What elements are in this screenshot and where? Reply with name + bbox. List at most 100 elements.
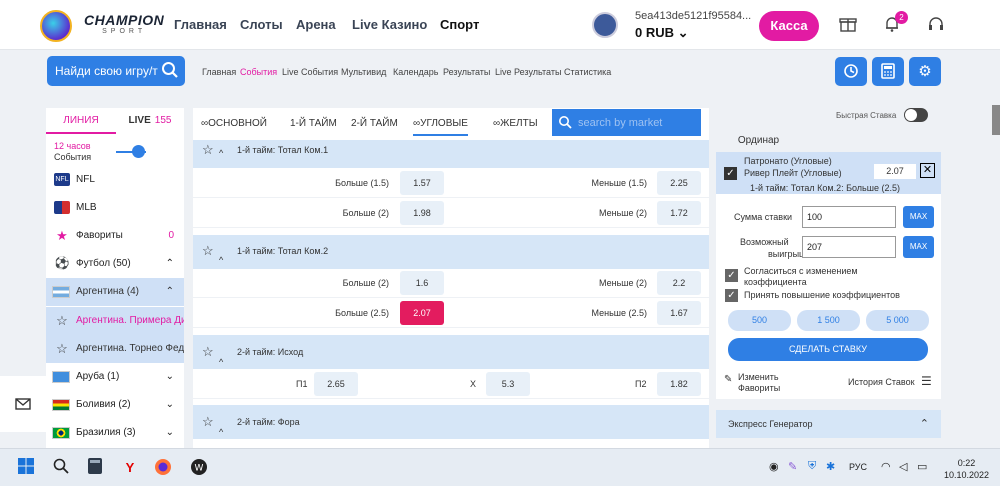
tab-yellow-cards[interactable]: ∞ЖЕЛТЫ [493, 118, 538, 129]
cashier-button[interactable]: Касса [759, 11, 819, 41]
champion-logo-icon[interactable] [40, 10, 72, 42]
history-icon[interactable] [835, 57, 867, 86]
quick-amount-button[interactable]: 1 500 [797, 310, 860, 331]
app-w-icon[interactable]: W [189, 458, 209, 478]
firefox-icon[interactable] [153, 458, 173, 478]
windows-start-icon[interactable] [16, 458, 36, 478]
market-search-input[interactable]: search by market [552, 109, 701, 136]
market-header[interactable]: ☆ ^ 2-й тайм: Фора [193, 405, 709, 439]
sidebar-item-favorites[interactable]: ★ Фавориты 0 [46, 222, 184, 250]
odds-button[interactable]: 1.82 [657, 372, 701, 396]
edit-favorites-link[interactable]: Изменить [738, 372, 779, 382]
tab-second-half[interactable]: 2-Й ТАЙМ [351, 118, 398, 129]
accept-change-checkbox[interactable]: ✓ [725, 269, 738, 282]
sidebar-item-brazil[interactable]: Бразилия (3) ⌄ [46, 419, 184, 447]
feather-icon[interactable]: ✎ [788, 460, 797, 473]
subnav-live-events[interactable]: Live События [282, 67, 338, 77]
avatar[interactable] [592, 12, 618, 38]
accept-increase-checkbox[interactable]: ✓ [725, 289, 738, 302]
settings-gear-icon[interactable]: ⚙ [909, 57, 941, 86]
subnav-live-results[interactable]: Live Результаты [495, 67, 561, 77]
nav-live-casino[interactable]: Live Казино [352, 17, 427, 32]
nav-arena[interactable]: Арена [296, 17, 336, 32]
sidebar-item-nfl[interactable]: NFL NFL [46, 166, 184, 194]
stake-input[interactable]: 100 [802, 206, 896, 228]
odds-row: Больше (2.5) 2.07 Меньше (2.5) 1.67 [193, 298, 709, 328]
star-outline-icon[interactable]: ☆ [202, 415, 214, 429]
market-header[interactable]: ☆ ^ 2-й тайм: Исход [193, 335, 709, 369]
odds-button[interactable]: 2.2 [657, 271, 701, 295]
sidebar-item-mlb[interactable]: MLB [46, 194, 184, 222]
sidebar-item-aruba[interactable]: Аруба (1) ⌄ [46, 363, 184, 391]
odds-button[interactable]: 2.65 [314, 372, 358, 396]
quick-amount-button[interactable]: 500 [728, 310, 791, 331]
max-stake-button[interactable]: MAX [903, 206, 934, 228]
speaker-icon[interactable]: ◁ [899, 460, 907, 473]
odds-button[interactable]: 2.25 [657, 171, 701, 195]
tab-main[interactable]: ∞ОСНОВНОЙ [201, 118, 267, 129]
express-generator-header[interactable]: Экспресс Генератор ⌃ [716, 410, 941, 438]
tab-single[interactable]: Ординар [716, 128, 801, 152]
sidebar-item-argentina-torneo[interactable]: ☆ Аргентина. Торнео Федерал [46, 335, 184, 363]
tab-line[interactable]: ЛИНИЯ [46, 108, 116, 134]
language-indicator[interactable]: РУС [849, 462, 867, 472]
yandex-browser-icon[interactable]: Y [120, 458, 140, 478]
star-outline-icon[interactable]: ☆ [202, 244, 214, 258]
nav-slots[interactable]: Слоты [240, 17, 283, 32]
place-bet-button[interactable]: СДЕЛАТЬ СТАВКУ [728, 338, 928, 361]
battery-icon[interactable]: ▭ [917, 460, 927, 473]
odds-button[interactable]: 1.67 [657, 301, 701, 325]
odds-button[interactable]: 5.3 [486, 372, 530, 396]
scrollbar[interactable] [992, 105, 1000, 135]
max-win-button[interactable]: MAX [903, 236, 934, 258]
quick-bet-toggle[interactable] [904, 108, 928, 122]
bet-slip-panel: Быстрая Ставка Ординар ✓ Патронато (Угло… [716, 108, 941, 448]
bet-checkbox[interactable]: ✓ [724, 167, 737, 180]
market-header[interactable]: ☆ ^ 1-й тайм: Тотал Ком.1 [193, 140, 709, 168]
headset-icon[interactable] [926, 15, 946, 35]
brand-name[interactable]: CHAMPION SPORT [84, 13, 164, 38]
subnav-multiview[interactable]: Мультивид [341, 67, 386, 77]
search-icon[interactable] [51, 458, 71, 478]
subnav-calendar[interactable]: Календарь [393, 67, 438, 77]
system-clock[interactable]: 0:22 10.10.2022 [944, 457, 989, 481]
edit-favorites-link[interactable]: Фавориты [738, 383, 780, 393]
game-search-input[interactable]: Найди свою игру/т [47, 56, 185, 86]
tab-corners[interactable]: ∞УГЛОВЫЕ [413, 118, 468, 136]
bet-history-link[interactable]: История Ставок [848, 377, 915, 387]
shield-icon[interactable]: ⛨ [808, 460, 816, 473]
slider-handle[interactable] [132, 145, 145, 158]
tab-first-half[interactable]: 1-Й ТАЙМ [290, 118, 337, 129]
nav-sport[interactable]: Спорт [440, 17, 479, 32]
subnav-statistics[interactable]: Статистика [564, 67, 611, 77]
sidebar-item-argentina[interactable]: Аргентина (4) ⌃ [46, 278, 184, 306]
subnav-results[interactable]: Результаты [443, 67, 490, 77]
nav-home[interactable]: Главная [174, 17, 227, 32]
tray-app-icon[interactable]: ◉ [769, 460, 779, 473]
star-outline-icon[interactable]: ☆ [202, 143, 214, 157]
quick-amount-button[interactable]: 5 000 [866, 310, 929, 331]
tab-live[interactable]: LIVE 155 [116, 108, 184, 134]
subnav-events[interactable]: События [240, 67, 277, 77]
sidebar-item-label: Фавориты [76, 230, 123, 241]
star-outline-icon[interactable]: ☆ [202, 345, 214, 359]
odds-button[interactable]: 1.57 [400, 171, 444, 195]
sidebar-item-argentina-primera[interactable]: ☆ Аргентина. Примера Дивизион [46, 307, 184, 335]
mail-icon[interactable] [0, 376, 46, 432]
balance-dropdown[interactable]: 0 RUB ⌄ [635, 25, 689, 41]
sidebar-item-bolivia[interactable]: Боливия (2) ⌄ [46, 391, 184, 419]
odds-button[interactable]: 1.98 [400, 201, 444, 225]
odds-button[interactable]: 1.72 [657, 201, 701, 225]
wifi-icon[interactable]: ◠ [881, 460, 891, 473]
market-header[interactable]: ☆ ^ 1-й тайм: Тотал Ком.2 [193, 235, 709, 269]
odds-button-selected[interactable]: 2.07 [400, 301, 444, 325]
close-icon[interactable]: ✕ [920, 163, 935, 178]
calculator-icon[interactable] [872, 57, 904, 86]
odds-button[interactable]: 1.6 [400, 271, 444, 295]
gift-icon[interactable] [838, 15, 858, 35]
subnav-home[interactable]: Главная [202, 67, 236, 77]
calculator-app-icon[interactable] [85, 458, 105, 478]
sidebar-item-football[interactable]: ⚽ Футбол (50) ⌃ [46, 250, 184, 278]
menu-icon[interactable]: ☰ [921, 374, 932, 388]
bluetooth-icon[interactable]: ✱ [826, 460, 835, 473]
